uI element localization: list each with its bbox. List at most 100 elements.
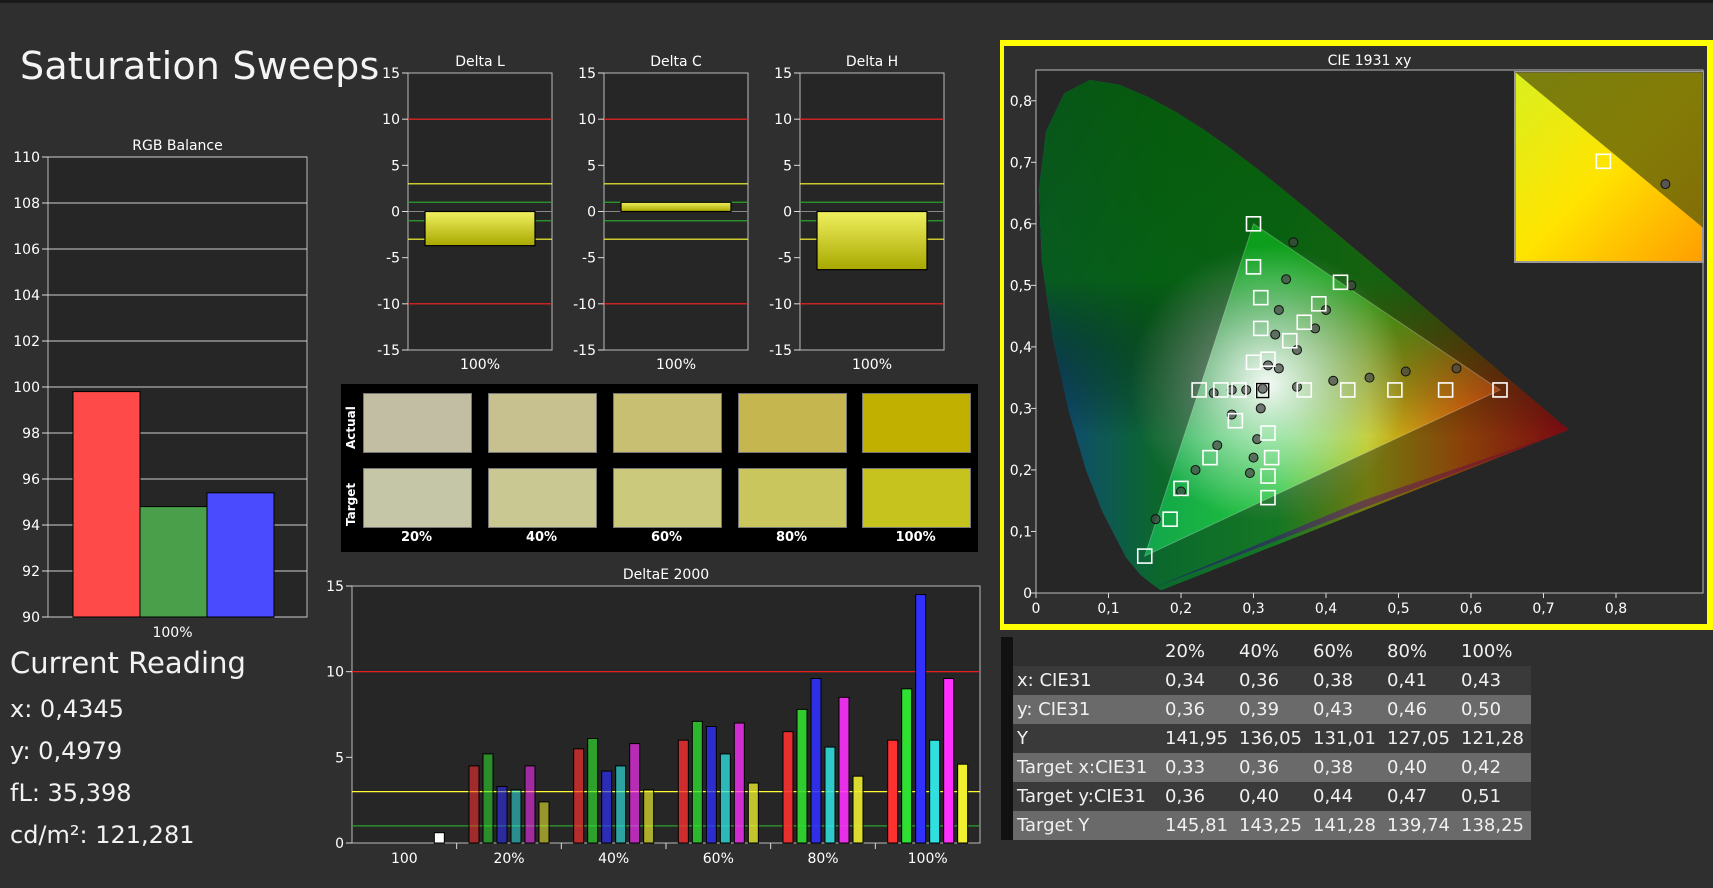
cie-measured-point — [1190, 464, 1201, 475]
delta-e-category-label: 40% — [598, 851, 629, 867]
cie-inset-measured — [1660, 179, 1671, 190]
delta-e-bar — [691, 720, 703, 844]
delta-c-title: Delta C — [650, 54, 702, 70]
delta-e-category-label: 100 — [391, 851, 418, 867]
current-reading-heading: Current Reading — [10, 646, 246, 680]
cie-y-tick-label: 0,3 — [1010, 401, 1032, 417]
target-swatch-2 — [613, 468, 722, 528]
table-cell: 0,36 — [1161, 782, 1235, 811]
measurement-table: 20% 40% 60% 80% 100% x: CIE31 0,34 0,36 0,38 0,41… — [1001, 637, 1531, 840]
delta-h-tick-label: -10 — [769, 297, 792, 313]
delta-e-bar — [957, 763, 969, 844]
delta-e-bar — [719, 753, 731, 844]
delta-l-tick-label: -10 — [377, 297, 400, 313]
target-swatch-3 — [738, 468, 847, 528]
row-stub — [1001, 695, 1013, 724]
cie-measured-point — [1400, 366, 1411, 377]
swatch-row-label: Actual — [344, 406, 358, 449]
swatch-panel: Actual Target 20% 40% 60% 80% 100% — [341, 384, 978, 552]
table-cell: 136,05 — [1235, 724, 1309, 753]
row-stub — [1001, 637, 1013, 666]
table-row: Target y:CIE31 0,36 0,40 0,44 0,47 0,51 — [1001, 782, 1531, 811]
delta-h-tick-label: -15 — [769, 343, 792, 359]
reading-cdm2: cd/m²: 121,281 — [10, 821, 195, 849]
row-stub — [1001, 753, 1013, 782]
delta-c-bar — [620, 201, 732, 213]
table-cell: 0,36 — [1235, 753, 1309, 782]
table-cell: 0,42 — [1457, 753, 1531, 782]
actual-swatch-3 — [738, 393, 847, 453]
delta-e-bar — [433, 832, 445, 844]
swatch-step-label: 100% — [895, 530, 936, 545]
row-stub — [1001, 724, 1013, 753]
swatch-step-label: 80% — [775, 530, 808, 545]
delta-e-bar — [929, 739, 941, 844]
rgb-tick-label: 100 — [13, 380, 40, 396]
delta-e-bar — [573, 748, 585, 844]
table-cell: 0,39 — [1235, 695, 1309, 724]
target-swatch-1 — [488, 468, 597, 528]
actual-swatch-0 — [363, 393, 472, 453]
delta-e-bar — [468, 765, 480, 844]
cie-title: CIE 1931 xy — [1328, 53, 1412, 69]
cie-measured-point — [1255, 403, 1266, 414]
delta-e-bar — [601, 770, 613, 844]
table-cell: 0,34 — [1161, 666, 1235, 695]
table-cell: 0,44 — [1309, 782, 1383, 811]
table-cell: 0,50 — [1457, 695, 1531, 724]
cie-x-tick-label: 0,1 — [1097, 601, 1119, 617]
delta-h-chart: Delta H -15 -10 -5 0 5 10 15 100% — [769, 54, 945, 373]
actual-swatch-2 — [613, 393, 722, 453]
delta-c-tick-label: -15 — [573, 343, 596, 359]
delta-c-tick-label: -10 — [573, 297, 596, 313]
table-cell: 131,01 — [1309, 724, 1383, 753]
rgb-tick-label: 108 — [13, 196, 40, 212]
cie-x-tick-label: 0 — [1032, 601, 1041, 617]
table-cell: 0,36 — [1161, 695, 1235, 724]
delta-h-tick-label: 15 — [774, 66, 792, 82]
reading-fl: fL: 35,398 — [10, 779, 132, 807]
rgb-bar-0 — [72, 391, 141, 618]
table-row: y: CIE31 0,36 0,39 0,43 0,46 0,50 — [1001, 695, 1531, 724]
cie-x-tick-label: 0,8 — [1605, 601, 1627, 617]
delta-c-tick-label: 0 — [587, 205, 596, 221]
row-stub — [1001, 811, 1013, 840]
table-cell: 0,33 — [1161, 753, 1235, 782]
delta-e-bar — [782, 731, 794, 844]
delta-l-tick-label: -5 — [386, 251, 400, 267]
delta-e-bar — [887, 739, 899, 844]
cie-x-tick-label: 0,3 — [1242, 601, 1264, 617]
table-row-label: Y — [1013, 724, 1161, 753]
delta-e-tick-label: 0 — [335, 836, 344, 852]
table-row: Target x:CIE31 0,33 0,36 0,38 0,40 0,42 — [1001, 753, 1531, 782]
row-stub — [1001, 782, 1013, 811]
cie-measured-point — [1273, 304, 1284, 315]
delta-l-category-label: 100% — [460, 357, 500, 373]
delta-e-bar — [915, 594, 927, 844]
table-cell: 143,25 — [1235, 811, 1309, 840]
cie-y-tick-label: 0,8 — [1010, 94, 1032, 110]
delta-c-tick-label: 10 — [578, 112, 596, 128]
delta-e-category-label: 20% — [493, 851, 524, 867]
delta-e-bar — [643, 789, 655, 844]
delta-l-tick-label: 10 — [382, 112, 400, 128]
swatch-row-label: Target — [344, 482, 358, 526]
cie-y-tick-label: 0,7 — [1010, 155, 1032, 171]
rgb-bar-2 — [206, 492, 275, 618]
table-cell: 145,81 — [1161, 811, 1235, 840]
cie-1931-chart: CIE 1931 xy 0 0,1 0,2 0,3 0,4 0,5 0,6 0,7 0,8 0 0,1… — [1000, 40, 1713, 630]
table-header-row: 20% 40% 60% 80% 100% — [1001, 637, 1531, 666]
rgb-tick-label: 106 — [13, 242, 40, 258]
delta-c-tick-label: 15 — [578, 66, 596, 82]
table-cell: 0,40 — [1383, 753, 1457, 782]
actual-swatch-1 — [488, 393, 597, 453]
cie-x-tick-label: 0,7 — [1532, 601, 1554, 617]
rgb-balance-title: RGB Balance — [132, 138, 222, 154]
table-header-cell: 20% — [1161, 637, 1235, 666]
delta-h-tick-label: 5 — [783, 158, 792, 174]
delta-e-bar — [733, 722, 745, 844]
delta-e-title: DeltaE 2000 — [623, 567, 709, 583]
cie-measured-point — [1328, 375, 1339, 386]
delta-h-bar — [816, 210, 928, 271]
table-cell: 0,47 — [1383, 782, 1457, 811]
